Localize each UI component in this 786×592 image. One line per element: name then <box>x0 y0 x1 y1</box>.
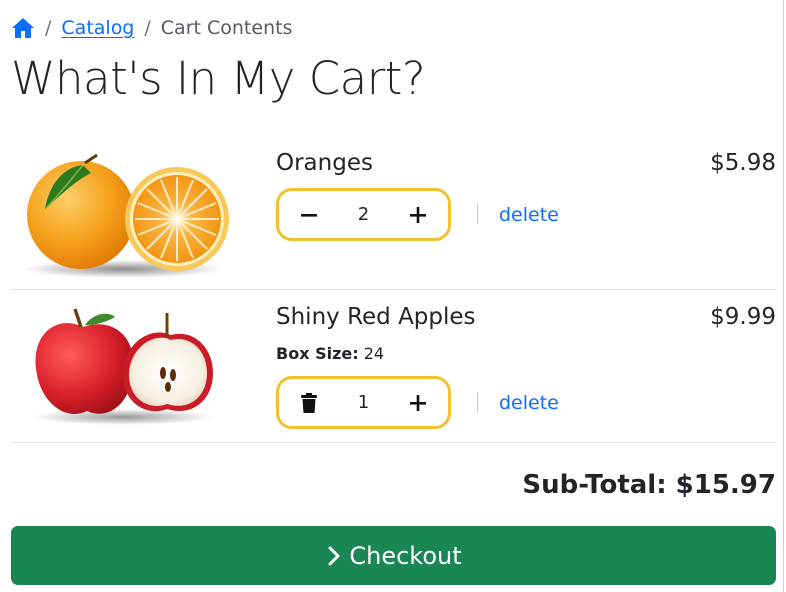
apples-image <box>23 305 233 445</box>
oranges-image <box>23 151 233 291</box>
breadcrumb-separator: / <box>144 17 151 39</box>
item-name: Oranges <box>276 150 373 176</box>
quantity-value: 1 <box>357 392 370 413</box>
plus-icon[interactable] <box>406 203 430 227</box>
item-price: $9.99 <box>710 304 776 330</box>
plus-icon[interactable] <box>406 391 430 415</box>
page-right-rule <box>783 0 784 592</box>
breadcrumb-catalog-link[interactable]: Catalog <box>61 17 134 39</box>
quantity-stepper: 2 <box>276 188 451 241</box>
divider <box>477 392 478 412</box>
delete-link[interactable]: delete <box>499 392 559 414</box>
divider <box>477 204 478 224</box>
cart-item: Shiny Red Apples $9.99 Box Size: 24 1 de… <box>11 290 776 443</box>
delete-link[interactable]: delete <box>499 204 559 226</box>
item-attribute: Box Size: 24 <box>276 344 384 363</box>
checkout-button[interactable]: Checkout <box>11 526 776 585</box>
attribute-value: 24 <box>363 344 385 363</box>
item-price: $5.98 <box>710 150 776 176</box>
checkout-label: Checkout <box>349 541 462 570</box>
cart-item: Oranges $5.98 2 delete <box>11 137 776 290</box>
attribute-label: Box Size: <box>276 344 359 363</box>
trash-icon[interactable] <box>297 391 321 415</box>
breadcrumb: / Catalog / Cart Contents <box>11 14 292 42</box>
minus-icon[interactable] <box>297 203 321 227</box>
home-icon[interactable] <box>11 17 35 39</box>
quantity-stepper: 1 <box>276 376 451 429</box>
page-title: What's In My Cart? <box>11 52 426 105</box>
cart-list: Oranges $5.98 2 delete Shiny Red Apples … <box>11 137 776 443</box>
item-name: Shiny Red Apples <box>276 304 476 330</box>
breadcrumb-separator: / <box>45 17 52 39</box>
quantity-value: 2 <box>357 204 370 225</box>
chevron-right-icon <box>325 545 343 567</box>
subtotal: Sub-Total: $15.97 <box>522 470 776 500</box>
breadcrumb-current: Cart Contents <box>160 17 293 39</box>
